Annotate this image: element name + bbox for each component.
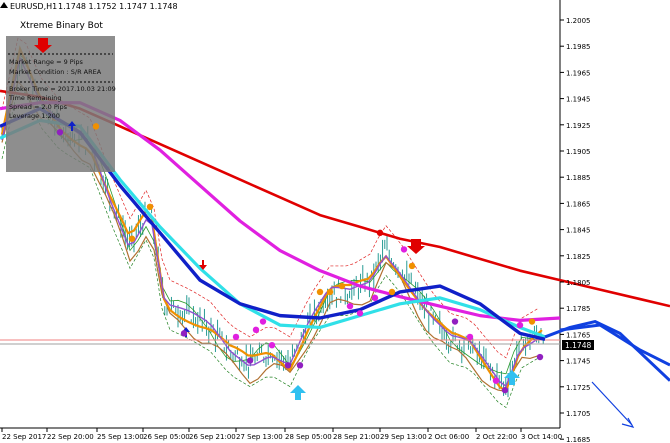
time-label: 22 Sep 20:00 (47, 433, 94, 441)
signal-dot (338, 282, 346, 290)
price-label: 1.1685 (566, 436, 591, 443)
signal-dot (356, 310, 364, 317)
signal-dot (92, 123, 100, 130)
current-price-text: 1.1748 (565, 341, 591, 350)
signal-dot (501, 386, 509, 394)
time-label: 28 Sep 21:00 (333, 433, 380, 441)
time-label: 25 Sep 13:00 (97, 433, 144, 441)
signal-dot (376, 229, 384, 237)
signal-dot (528, 318, 536, 325)
info-line: Market Condition : S/R AREA (9, 68, 102, 76)
time-label: 28 Sep 05:00 (285, 433, 332, 441)
signal-dot (128, 235, 136, 242)
signal-dot (346, 302, 354, 310)
price-label: 1.1805 (566, 279, 591, 287)
info-line: Leverage 1:200 (9, 112, 60, 120)
signal-dot (408, 262, 416, 270)
signal-dot (252, 326, 260, 334)
price-label: 1.1865 (566, 200, 591, 208)
price-label: 1.1785 (566, 305, 591, 313)
time-label: 26 Sep 05:00 (143, 433, 190, 441)
price-label: 1.1965 (566, 69, 591, 77)
signal-dot (388, 288, 396, 296)
info-panel: Xtreme Binary Bot Market Range = 9 Pips … (6, 21, 116, 172)
price-label: 1.1825 (566, 253, 591, 261)
price-label: 1.2005 (566, 17, 591, 25)
chart-header: EURUSD,H1 1.1748 1.1752 1.1747 1.1748 (0, 2, 178, 11)
signal-dot (268, 342, 276, 349)
time-label: 2 Oct 06:00 (428, 433, 469, 441)
price-label: 1.1985 (566, 43, 591, 51)
signal-dot (536, 353, 544, 361)
info-line: Spread = 2.0 Pips (9, 103, 68, 111)
signal-dot (296, 362, 304, 369)
price-label: 1.1945 (566, 96, 591, 104)
signal-dot (451, 318, 459, 325)
price-label: 1.1905 (566, 148, 591, 156)
symbol-label: EURUSD,H1 (10, 2, 57, 11)
signal-dot (492, 377, 500, 384)
price-label: 1.1765 (566, 331, 591, 339)
price-chart[interactable]: EURUSD,H1 1.1748 1.1752 1.1747 1.1748 Xt… (0, 0, 670, 443)
info-line: Market Range = 9 Pips (9, 58, 84, 66)
signal-dot (516, 321, 524, 329)
signal-dot (466, 333, 474, 341)
time-label: 3 Oct 14:00 (521, 433, 562, 441)
signal-dot (146, 203, 154, 211)
signal-dot (56, 129, 64, 136)
signal-dot (259, 318, 267, 325)
price-label: 1.1845 (566, 227, 591, 235)
time-label: 29 Sep 13:00 (380, 433, 427, 441)
price-label: 1.1745 (566, 358, 591, 366)
info-line: Time Remaining (8, 94, 62, 102)
signal-dot (246, 357, 254, 364)
ohlc-label: 1.1748 1.1752 1.1747 1.1748 (58, 2, 178, 11)
price-label: 1.1885 (566, 174, 591, 182)
price-label: 1.1925 (566, 122, 591, 130)
price-label: 1.1705 (566, 410, 591, 418)
time-label: 27 Sep 13:00 (236, 433, 283, 441)
time-label: 26 Sep 21:00 (189, 433, 236, 441)
signal-dot (326, 288, 334, 296)
price-label: 1.1725 (566, 384, 591, 392)
signal-dot (371, 294, 379, 302)
time-label: 22 Sep 2017 (2, 433, 46, 441)
signal-dot (316, 288, 324, 296)
signal-dot (232, 333, 240, 341)
time-label: 2 Oct 22:00 (476, 433, 517, 441)
signal-dot (284, 362, 292, 369)
signal-dot (180, 330, 188, 337)
info-line: Broker Time = 2017.10.03 21:09 (9, 85, 116, 93)
signal-dot (400, 246, 408, 253)
info-title: Xtreme Binary Bot (20, 21, 103, 31)
